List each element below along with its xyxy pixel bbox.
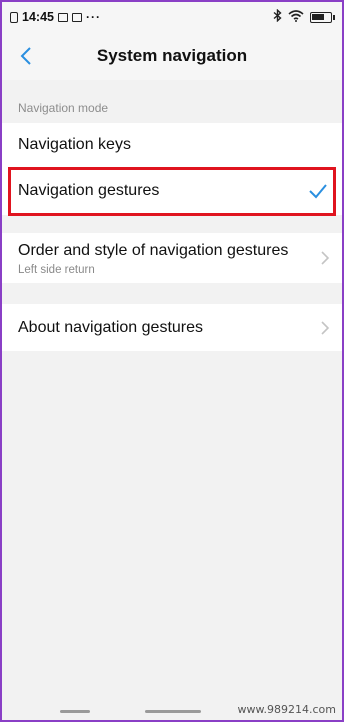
page-title: System navigation: [96, 46, 248, 65]
bluetooth-icon: [273, 8, 282, 25]
about-gestures-item[interactable]: About navigation gestures: [2, 304, 342, 351]
gesture-handle-left: [60, 710, 90, 713]
chevron-right-icon: [321, 321, 330, 335]
wifi-icon: [288, 9, 304, 25]
more-notifications-icon: ···: [85, 10, 101, 24]
status-time: 14:45: [22, 10, 54, 24]
calendar-icon: [57, 12, 68, 22]
section-label: Navigation mode: [18, 101, 109, 115]
phone-icon: [10, 11, 18, 23]
app-header: System navigation: [2, 32, 342, 80]
item-label: Order and style of navigation gestures: [18, 242, 289, 259]
option-label: Navigation gestures: [18, 182, 160, 199]
screen: 14:45 ··· System navigation Navigation m…: [2, 2, 342, 720]
mail-icon: [71, 12, 82, 22]
checkmark-icon: [309, 184, 327, 199]
item-sublabel: Left side return: [18, 264, 95, 276]
status-bar: 14:45 ···: [2, 2, 342, 32]
item-label: About navigation gestures: [18, 319, 204, 336]
gesture-order-style-item[interactable]: Order and style of navigation gestures L…: [2, 233, 342, 283]
gesture-handle-center: [145, 710, 201, 713]
option-label: Navigation keys: [18, 136, 131, 153]
chevron-right-icon: [321, 251, 330, 265]
watermark: www.989214.com: [237, 703, 336, 716]
option-navigation-keys[interactable]: Navigation keys: [2, 123, 342, 168]
battery-icon: [310, 11, 335, 23]
option-navigation-gestures[interactable]: Navigation gestures: [2, 168, 342, 215]
